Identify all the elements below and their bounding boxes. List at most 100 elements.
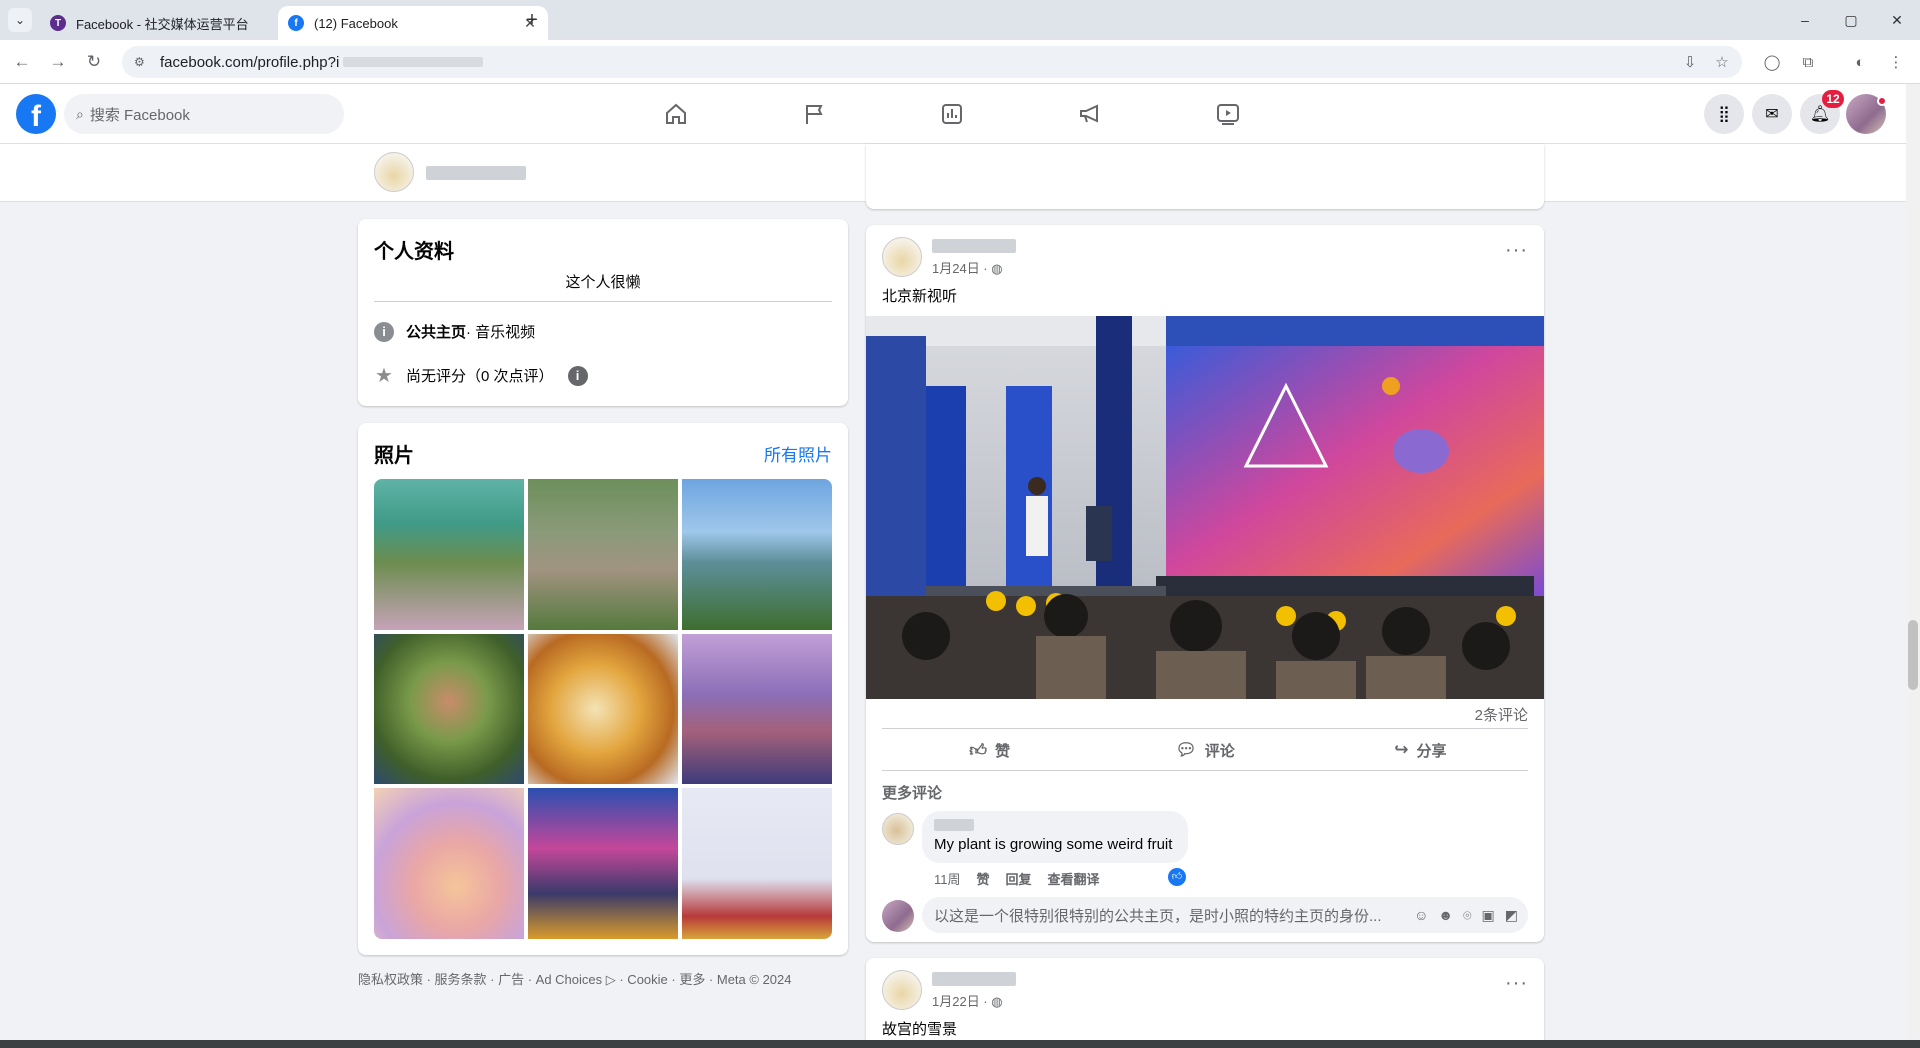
globe-icon: ◍ (991, 994, 1003, 1009)
emoji-icon[interactable]: ☻ (1438, 907, 1453, 924)
footer-links[interactable]: 隐私权政策 · 服务条款 · 广告 · Ad Choices ▷ · Cooki… (358, 969, 792, 988)
forward-icon[interactable]: → (46, 50, 70, 74)
browser-tab-bar: ⌄ T Facebook - 社交媒体运营平台 ✕ f (12) Faceboo… (0, 0, 1920, 40)
comment-meta: 11周 赞 回复 查看翻译 (934, 869, 1100, 888)
scrollbar-track[interactable] (1906, 84, 1920, 1040)
sticker-icon[interactable]: ◩ (1505, 907, 1518, 924)
browser-tab-1[interactable]: T Facebook - 社交媒体运营平台 ✕ (40, 6, 310, 40)
comment-reply-link[interactable]: 回复 (1006, 869, 1032, 888)
reply-input[interactable]: 以这是一个很特别很特别的公共主页，是时小照的特约主页的身份... ☺ ☻ ⌾ ▣… (922, 897, 1528, 933)
all-photos-link[interactable]: 所有照片 (764, 441, 832, 466)
bookmark-star-icon[interactable]: ☆ (1710, 50, 1734, 74)
post-date[interactable]: 1月22日 · (932, 994, 991, 1009)
comment-button[interactable]: 💬︎ 评论 (1097, 730, 1312, 770)
facebook-logo-icon[interactable]: f (16, 94, 56, 134)
camera-icon[interactable]: ⌾ (1463, 907, 1471, 924)
reply-avatar[interactable] (882, 900, 914, 932)
megaphone-icon[interactable] (1072, 96, 1108, 132)
photo-tile[interactable] (528, 788, 678, 939)
photo-tile[interactable] (374, 633, 524, 785)
extension-circle-icon[interactable]: ◯ (1760, 50, 1784, 74)
photo-grid (374, 479, 832, 939)
search-icon: ⌕ (76, 105, 84, 122)
more-comments-link[interactable]: 更多评论 (882, 782, 942, 803)
post-author-name-redacted[interactable] (932, 239, 1016, 253)
tab1-favicon-icon: T (50, 15, 66, 31)
see-translation-link[interactable]: 查看翻译 (1048, 869, 1100, 888)
browser-tab-2-active[interactable]: f (12) Facebook ✕ (278, 6, 548, 40)
share-button[interactable]: ↪ 分享 (1313, 730, 1528, 770)
scrollbar-thumb[interactable] (1908, 620, 1918, 690)
back-icon[interactable]: ← (10, 50, 34, 74)
comment-label: 评论 (1204, 742, 1235, 760)
commenter-name-redacted[interactable] (934, 819, 974, 831)
tab-search-chevron-icon[interactable]: ⌄ (8, 8, 32, 32)
rating-row: ★ 尚无评分（0 次点评） i (374, 363, 588, 388)
photo-tile[interactable] (374, 479, 524, 630)
search-input[interactable]: ⌕ 搜索 Facebook (64, 94, 344, 134)
close-window-button[interactable]: ✕ (1874, 0, 1920, 40)
intro-card: 个人资料 这个人很懒 i 公共主页 · 音乐视频 ★ 尚无评分（0 次点评） i (358, 219, 848, 406)
commenter-avatar[interactable] (882, 813, 914, 845)
reply-tools: ☺ ☻ ⌾ ▣ ◩ (1404, 907, 1528, 924)
comment-count[interactable]: 2条评论 (1475, 704, 1528, 725)
photo-tile[interactable] (682, 633, 832, 785)
browser-menu-icon[interactable]: ⋮ (1884, 50, 1908, 74)
flag-icon[interactable] (796, 96, 832, 132)
like-button[interactable]: 👍︎ 赞 (882, 730, 1097, 770)
comment-text: My plant is growing some weird fruit (934, 836, 1173, 853)
photo-tile[interactable] (682, 479, 832, 630)
sticker-avatar-icon[interactable]: ☺ (1414, 907, 1428, 924)
rating-text: 尚无评分（0 次点评） (406, 368, 554, 385)
url-bar[interactable]: ⚙ facebook.com/profile.php?i (122, 46, 1742, 78)
search-placeholder: 搜索 Facebook (89, 106, 190, 124)
post-meta: 1月22日 · ◍ (932, 991, 1003, 1010)
category-label: 公共主页 (406, 324, 467, 341)
install-app-icon[interactable]: ⇩ (1678, 50, 1702, 74)
post-options-icon[interactable]: ··· (1505, 972, 1528, 995)
home-icon[interactable] (658, 96, 694, 132)
page-avatar[interactable] (374, 152, 414, 192)
photo-tile[interactable] (528, 479, 678, 630)
info-icon: i (374, 321, 394, 342)
comment-like-link[interactable]: 赞 (977, 869, 990, 888)
post-text: 故宫的雪景 (882, 1021, 958, 1038)
insights-icon[interactable] (934, 96, 970, 132)
post-author-avatar[interactable] (882, 970, 922, 1010)
extensions-puzzle-icon[interactable]: ⧉ (1796, 50, 1820, 74)
reload-icon[interactable]: ↻ (82, 50, 106, 74)
photo-tile[interactable] (682, 788, 832, 939)
intro-title: 个人资料 (374, 241, 454, 263)
gif-icon[interactable]: ▣ (1482, 907, 1495, 924)
like-reaction-icon[interactable]: 👍︎ (1168, 868, 1186, 886)
video-icon[interactable] (1210, 96, 1246, 132)
photo-tile[interactable] (374, 788, 524, 939)
post-image[interactable] (866, 316, 1544, 699)
share-icon: ↪ (1394, 740, 1409, 759)
post-author-name-redacted[interactable] (932, 972, 1016, 986)
minimize-button[interactable]: – (1782, 0, 1828, 40)
os-taskbar (0, 1040, 1920, 1048)
site-info-icon[interactable]: ⚙ (134, 55, 150, 69)
tab-title: Facebook - 社交媒体运营平台 (76, 16, 249, 32)
post-text: 北京新视听 (882, 288, 958, 305)
profile-icon[interactable]: ◐ (1848, 50, 1872, 74)
photos-card: 照片 所有照片 (358, 423, 848, 955)
restore-button[interactable]: ▢ (1828, 0, 1874, 40)
url-redacted (343, 57, 484, 67)
comment-bubble: My plant is growing some weird fruit (922, 811, 1188, 863)
share-label: 分享 (1416, 742, 1447, 760)
comment-time[interactable]: 11周 (934, 869, 961, 888)
facebook-top-nav: f ⌕ 搜索 Facebook ⣿ ✉ 🔔︎ (0, 84, 1906, 144)
photo-tile[interactable] (528, 633, 678, 785)
post-options-icon[interactable]: ··· (1505, 239, 1528, 262)
comment-icon: 💬︎ (1175, 740, 1197, 759)
post-date[interactable]: 1月24日 · (932, 261, 991, 276)
messenger-icon[interactable]: ✉ (1752, 94, 1792, 134)
post-author-avatar[interactable] (882, 237, 922, 277)
post-card: 1月24日 · ◍ ··· 北京新视听 2条评论 👍︎ 赞 💬︎ 评论 ↪ 分享… (866, 225, 1544, 942)
menu-grid-icon[interactable]: ⣿ (1704, 94, 1744, 134)
globe-icon: ◍ (991, 261, 1003, 276)
new-tab-button[interactable]: + (520, 8, 544, 32)
rating-info-icon[interactable]: i (567, 365, 588, 386)
